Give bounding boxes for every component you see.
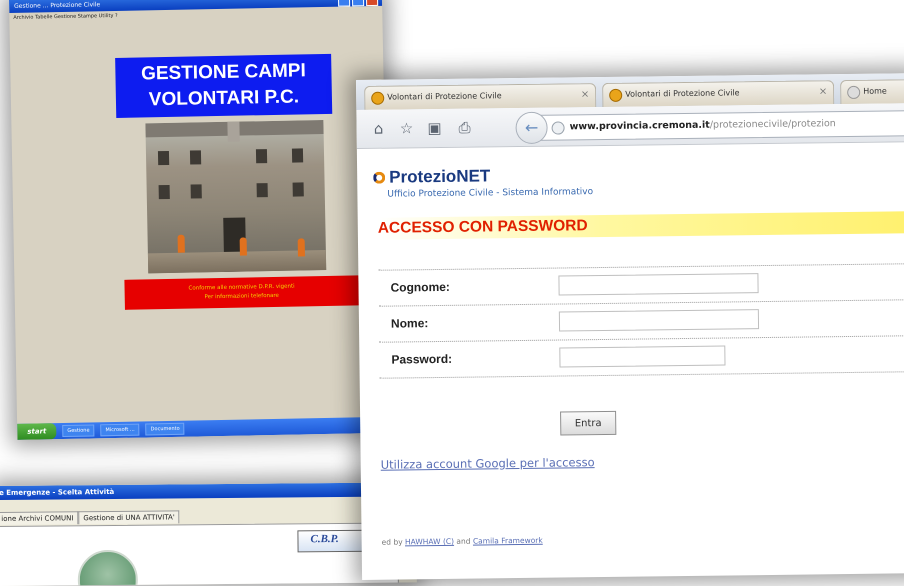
- maximize-icon[interactable]: [351, 0, 365, 7]
- browser-tab[interactable]: Volontari di Protezione Civile ×: [364, 83, 597, 110]
- taskbar: start Gestione Microsoft ... Documento: [17, 416, 391, 440]
- url-domain: www.provincia.cremona.it: [569, 119, 710, 133]
- minimize-icon[interactable]: [337, 0, 351, 7]
- taskbar-item[interactable]: Gestione: [62, 424, 95, 438]
- password-label: Password:: [391, 351, 453, 367]
- print-icon[interactable]: ⎙: [454, 118, 474, 138]
- favicon-icon: [371, 91, 385, 105]
- close-tab-icon[interactable]: ×: [581, 84, 590, 106]
- taskbar-item[interactable]: Documento: [145, 422, 185, 436]
- tab-panel: C.B.P. Software: [0, 522, 402, 586]
- favicon-icon: [609, 88, 623, 102]
- browser-tab[interactable]: Home: [840, 78, 904, 105]
- window-title: e Emergenze - Scelta Attività: [0, 482, 417, 500]
- globe-icon: [551, 121, 565, 135]
- browser-tab-label: Home: [863, 86, 887, 96]
- tab-strip: ione Archivi COMUNI Gestione di UNA ATTI…: [0, 510, 180, 525]
- cognome-label: Cognome:: [390, 279, 450, 295]
- access-banner: ACCESSO CON PASSWORD: [377, 210, 904, 240]
- browser-tab-label: Volontari di Protezione Civile: [625, 88, 740, 99]
- window-title: Gestione ... Protezione Civile: [14, 1, 101, 10]
- back-arrow-icon[interactable]: ←: [515, 111, 548, 145]
- url-text[interactable]: www.provincia.cremona.it/protezionecivil…: [569, 112, 836, 139]
- start-button[interactable]: start: [17, 423, 57, 440]
- password-field[interactable]: [559, 345, 726, 368]
- clipboard-icon[interactable]: ▣: [424, 118, 444, 138]
- gestione-campi-window: Gestione ... Protezione Civile Archivio …: [9, 0, 391, 440]
- app-heading: GESTIONE CAMPI VOLONTARI P.C.: [115, 53, 333, 118]
- entra-button[interactable]: Entra: [560, 410, 617, 436]
- browser-tab-label: Volontari di Protezione Civile: [387, 91, 502, 102]
- footer-prefix: ed by: [381, 537, 406, 547]
- url-bar[interactable]: ← www.provincia.cremona.it/protezioneciv…: [515, 109, 904, 145]
- tab-archivi-comuni[interactable]: ione Archivi COMUNI: [0, 511, 79, 525]
- protezionet-logo: ProtezioNET: [373, 166, 490, 187]
- footer-and: and: [453, 536, 473, 546]
- taskbar-item[interactable]: Microsoft ...: [100, 423, 140, 437]
- logo-name: ProtezioNET: [389, 166, 491, 187]
- nome-field[interactable]: [558, 309, 760, 332]
- url-path: /protezionecivile/protezion: [709, 118, 836, 131]
- heading-line-1: GESTIONE CAMPI: [140, 60, 306, 85]
- google-login-link[interactable]: Utilizza account Google per l'accesso: [381, 455, 595, 472]
- page-subtitle: Ufficio Protezione Civile - Sistema Info…: [387, 187, 594, 200]
- logo-icon: [373, 171, 386, 184]
- cbp-logo-text: C.B.P.: [310, 533, 339, 546]
- home-icon[interactable]: ⌂: [368, 119, 388, 139]
- page-footer: ed by HAWHAW (C) and Camila Framework: [382, 536, 543, 547]
- nome-label: Nome:: [390, 316, 429, 331]
- close-tab-icon[interactable]: ×: [819, 81, 828, 103]
- browser-tab[interactable]: Volontari di Protezione Civile ×: [602, 80, 835, 107]
- star-icon[interactable]: ☆: [396, 118, 416, 138]
- heading-line-2: VOLONTARI P.C.: [148, 86, 300, 111]
- cognome-field[interactable]: [558, 273, 759, 296]
- close-icon[interactable]: [365, 0, 379, 7]
- banner-title: ACCESSO CON PASSWORD: [377, 217, 588, 237]
- scelta-attivita-window: e Emergenze - Scelta Attività ione Archi…: [0, 482, 417, 586]
- page-content: ProtezioNET Ufficio Protezione Civile - …: [357, 141, 904, 580]
- building-photo: [145, 119, 327, 274]
- emblem-logo: [77, 549, 139, 586]
- red-notice: Conforme alle normative D.P.R. vigenti P…: [124, 275, 359, 310]
- favicon-icon: [847, 85, 861, 99]
- hawhaw-link[interactable]: HAWHAW (C): [405, 537, 454, 547]
- protezionet-browser-window: Volontari di Protezione Civile × Volonta…: [356, 73, 904, 580]
- tab-gestione-attivita[interactable]: Gestione di UNA ATTIVITA': [78, 510, 180, 525]
- camila-link[interactable]: Camila Framework: [473, 536, 543, 546]
